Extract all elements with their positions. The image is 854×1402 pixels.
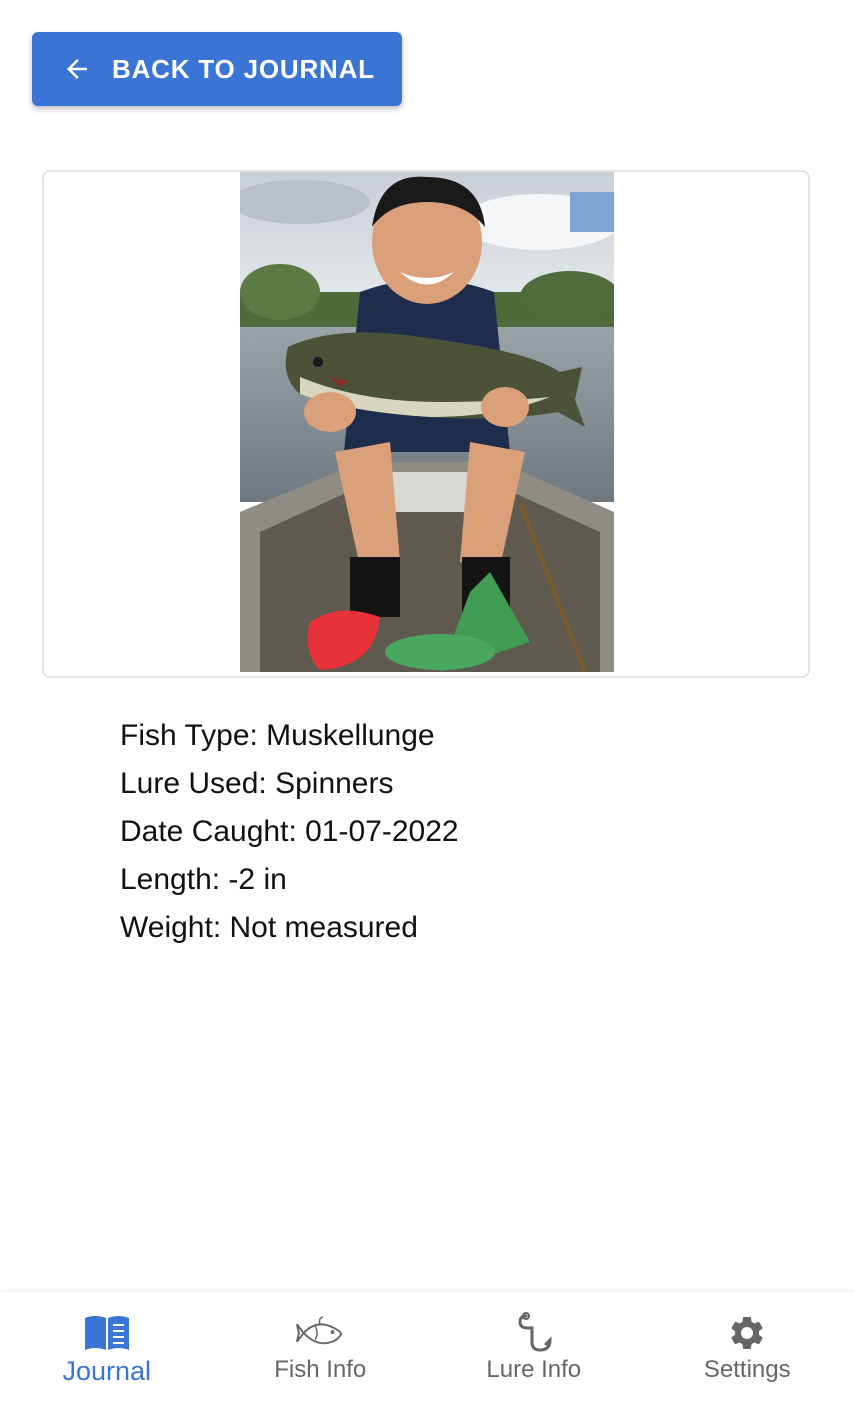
book-icon xyxy=(83,1312,131,1354)
bottom-navigation: Journal Fish Info Lure Info Settings xyxy=(0,1292,854,1402)
fish-type-text: Fish Type: Muskellunge xyxy=(120,719,435,752)
nav-label-journal: Journal xyxy=(62,1356,152,1386)
nav-label-lure-info: Lure Info xyxy=(486,1356,582,1383)
weight-text: Weight: Not measured xyxy=(120,911,418,944)
catch-photo xyxy=(240,172,614,672)
catch-detail-page: BACK TO JOURNAL Fish Type: Muskellunge L… xyxy=(0,0,854,1402)
nav-item-settings[interactable]: Settings xyxy=(641,1292,854,1402)
fish-icon xyxy=(296,1312,344,1354)
back-button-label: BACK TO JOURNAL xyxy=(112,53,375,84)
hook-icon xyxy=(510,1312,558,1354)
nav-item-lure-info[interactable]: Lure Info xyxy=(427,1292,641,1402)
nav-item-journal[interactable]: Journal xyxy=(0,1292,214,1402)
back-to-journal-button[interactable]: BACK TO JOURNAL xyxy=(32,32,402,106)
gear-icon xyxy=(723,1312,771,1354)
date-caught-text: Date Caught: 01-07-2022 xyxy=(120,815,459,848)
nav-label-fish-info: Fish Info xyxy=(274,1356,367,1383)
lure-used-text: Lure Used: Spinners xyxy=(120,767,394,800)
length-text: Length: -2 in xyxy=(120,863,287,896)
nav-label-settings: Settings xyxy=(703,1356,791,1383)
nav-item-fish-info[interactable]: Fish Info xyxy=(214,1292,428,1402)
catch-details: Fish Type: Muskellunge Lure Used: Spinne… xyxy=(120,712,459,952)
catch-photo-card xyxy=(42,170,810,678)
arrow-left-icon xyxy=(62,54,92,84)
